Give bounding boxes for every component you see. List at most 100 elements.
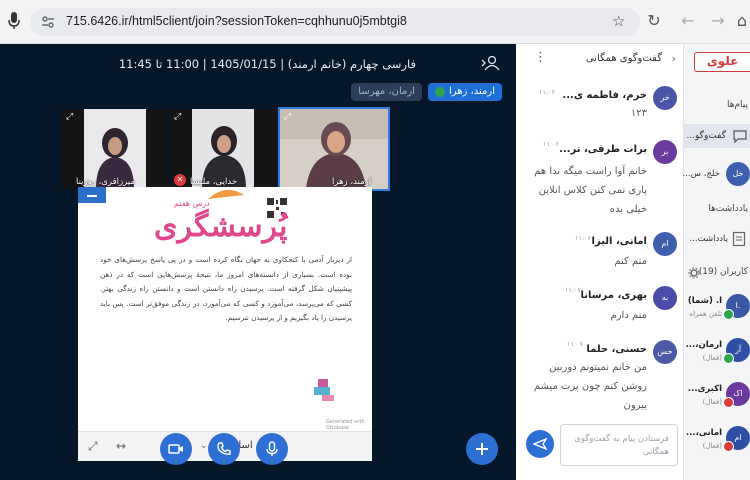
send-icon	[533, 437, 547, 451]
chat-message: بر ۱۱:۰۶ برات طرقی، تر... خانم آوا راست …	[527, 140, 677, 220]
message-author: برات طرقی، تر...	[559, 144, 647, 155]
talking-pill: ارمند، زهرا	[427, 83, 502, 101]
bookmark-star-icon[interactable]: ☆	[612, 12, 625, 30]
webcam-name: ارمند، زهرا	[332, 177, 372, 187]
chat-message: حس ۱۱:۰۷ حسنی، حلما من خانم نمیتونم دورب…	[527, 340, 677, 411]
expand-icon[interactable]: ⤢	[284, 112, 291, 122]
forward-arrow-icon[interactable]: →	[708, 11, 728, 30]
user-status: (فعال)	[702, 354, 722, 362]
message-author: امانی، الیزا	[591, 236, 647, 247]
url-text[interactable]: 715.6426.ir/html5client/join?sessionToke…	[66, 14, 407, 28]
microphone-button[interactable]	[256, 433, 288, 465]
public-chat-label: گفت‌وگو...	[686, 131, 726, 141]
fit-width-icon[interactable]: ↔	[116, 439, 126, 453]
home-icon[interactable]: ⌂	[732, 11, 750, 30]
expand-icon[interactable]: ⤢	[174, 112, 181, 122]
chat-header: ⋮ گفت‌وگوی همگانی ›	[516, 44, 684, 74]
chat-bubble-icon	[733, 130, 747, 144]
message-text: خانم آوا راست میگه ندا هم پاری نمی کنن ک…	[534, 166, 647, 215]
fullscreen-icon[interactable]: ⤢	[88, 439, 98, 454]
user-status: (فعال)	[702, 442, 722, 450]
public-chat-item[interactable]: گفت‌وگو...	[684, 124, 750, 148]
expand-icon[interactable]: ⤢	[66, 112, 73, 122]
message-time: ۱۱:۰۶	[542, 140, 559, 148]
browser-toolbar: 715.6426.ir/html5client/join?sessionToke…	[0, 0, 750, 44]
user-list-item[interactable]: ا. ا. (شما) تلفن همراه	[684, 292, 750, 328]
avatar: خر	[653, 86, 677, 110]
chat-title: گفت‌وگوی همگانی	[585, 53, 662, 64]
message-text: منم کنم	[614, 256, 647, 267]
talking-name: ارمند، زهرا	[448, 86, 495, 97]
plus-icon	[476, 443, 488, 455]
webcam-tile[interactable]: ⤢ ارمند، زهرا	[278, 107, 390, 191]
address-bar[interactable]: 715.6426.ir/html5client/join?sessionToke…	[30, 8, 640, 36]
user-name: ا. (شما)	[687, 296, 722, 306]
notes-section-label: یادداشت‌ها	[708, 204, 748, 214]
status-badge	[723, 353, 734, 364]
user-status: (فعال)	[702, 398, 722, 406]
microphone-icon	[266, 441, 278, 456]
phone-icon	[217, 442, 231, 455]
avatar: حس	[653, 340, 677, 364]
camera-button[interactable]	[160, 433, 192, 465]
more-options-icon[interactable]: ⋮	[534, 50, 547, 65]
decoration-icon	[208, 189, 244, 199]
talking-indicator: ارمند، زهرا ارمان، مهرسا	[351, 83, 502, 101]
avatar: خل	[726, 162, 750, 186]
user-list-item[interactable]: اک اکبری... (فعال)	[684, 380, 750, 416]
message-text: منم دارم	[610, 310, 647, 321]
user-name: ارمان،...	[685, 340, 722, 350]
private-chat-name: خلج، س...	[682, 169, 720, 179]
user-list-item[interactable]: آر ارمان،... (فعال)	[684, 336, 750, 372]
public-chat-panel: ⋮ گفت‌وگوی همگانی › خر ۱۱:۰۶ خرم، فاطمه …	[516, 44, 684, 480]
status-badge	[723, 397, 734, 408]
status-badge	[723, 441, 734, 452]
back-arrow-icon[interactable]: ←	[678, 11, 698, 30]
webcam-name: میرزاقری، روژینا	[76, 177, 135, 187]
phone-button[interactable]	[208, 433, 240, 465]
webcam-tile[interactable]: ⤢ ✕ خدایی، ملیسا	[170, 109, 276, 189]
webcam-strip: ⤢ میرزاقری، روژینا ⤢ ✕ خدایی، ملیسا ⤢ ار…	[62, 107, 390, 191]
chat-message-input[interactable]: فرستادن پیام به گفت‌وگوی همگانی	[560, 424, 678, 466]
message-author: بهری، مرسانا	[580, 290, 647, 301]
send-message-button[interactable]	[526, 430, 554, 458]
user-status: تلفن همراه	[689, 310, 722, 318]
message-time: ۱۱:۰۷	[566, 340, 583, 348]
users-count-label: کاربران (19)	[698, 267, 748, 277]
chevron-down-icon[interactable]: ⌄	[200, 441, 208, 451]
presentation-slide: درس هفتم پُرسشگری از دیرباز آدمی با کنجک…	[78, 187, 372, 461]
webcam-tile[interactable]: ⤢ میرزاقری، روژینا	[62, 109, 168, 189]
message-author: خرم، فاطمه ی...	[562, 90, 647, 101]
message-time: ۱۱:۰۶	[574, 234, 591, 242]
video-icon	[168, 444, 183, 454]
message-text: من خانم نمیتونم دوربین روشن کنم چون پرت …	[533, 362, 647, 411]
webcam-name: خدایی، ملیسا	[190, 177, 238, 187]
minimize-presentation-button[interactable]	[78, 187, 106, 203]
user-settings-icon[interactable]	[480, 55, 500, 73]
user-name: امانی،...	[685, 428, 722, 438]
site-info-icon[interactable]	[40, 14, 56, 30]
chat-message: خر ۱۱:۰۶ خرم، فاطمه ی... ۱۲۳	[527, 86, 677, 122]
actions-plus-button[interactable]	[466, 433, 498, 465]
user-list-panel: علوی پیام‌ها گفت‌وگو... خلج، س... خل یاد…	[682, 44, 750, 480]
message-time: ۱۱:۰۷	[564, 286, 581, 294]
shared-notes-label: یادداشت...	[689, 234, 728, 244]
chat-input-placeholder: فرستادن پیام به گفت‌وگوی همگانی	[574, 434, 669, 457]
avatar: بر	[653, 140, 677, 164]
notes-icon	[732, 231, 746, 247]
meeting-title: فارسی چهارم (خانم ارمند) | 1405/01/15 | …	[118, 57, 416, 71]
chevron-right-icon[interactable]: ›	[672, 52, 676, 65]
muted-icon: ✕	[174, 174, 186, 186]
private-chat-item[interactable]: خلج، س... خل	[682, 162, 750, 190]
chat-message: ام ۱۱:۰۶ امانی، الیزا منم کنم	[527, 232, 677, 272]
microphone-icon[interactable]	[8, 12, 22, 30]
reload-icon[interactable]: ↻	[644, 11, 664, 30]
user-name: اکبری...	[687, 384, 722, 394]
slide-heading: پُرسشگری	[154, 209, 288, 244]
status-badge	[723, 309, 734, 320]
slide-subheading: درس هفتم	[174, 199, 210, 208]
shared-notes-item[interactable]: یادداشت...	[684, 228, 750, 252]
decoration-icon	[314, 379, 334, 401]
message-author: حسنی، حلما	[586, 344, 647, 355]
user-list-item[interactable]: ام امانی،... (فعال)	[684, 424, 750, 460]
